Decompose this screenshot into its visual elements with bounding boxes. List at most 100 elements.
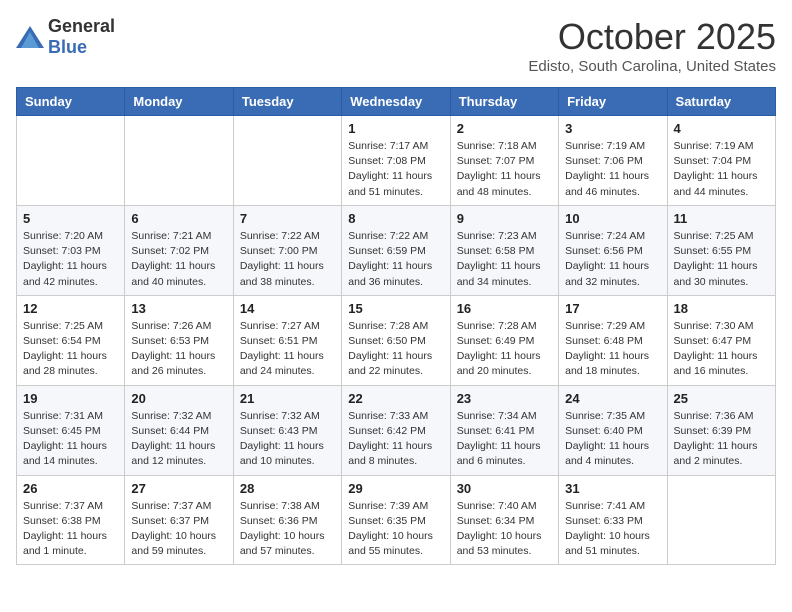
day-info: Sunrise: 7:27 AMSunset: 6:51 PMDaylight:… xyxy=(240,319,335,380)
day-number: 17 xyxy=(565,301,660,316)
day-info: Sunrise: 7:28 AMSunset: 6:49 PMDaylight:… xyxy=(457,319,552,380)
day-info: Sunrise: 7:34 AMSunset: 6:41 PMDaylight:… xyxy=(457,409,552,470)
day-info: Sunrise: 7:19 AMSunset: 7:04 PMDaylight:… xyxy=(674,139,769,200)
day-number: 14 xyxy=(240,301,335,316)
calendar-cell: 15 Sunrise: 7:28 AMSunset: 6:50 PMDayligh… xyxy=(342,295,450,385)
calendar-cell: 8Sunrise: 7:22 AMSunset: 6:59 PMDaylight… xyxy=(342,205,450,295)
calendar-cell: 22Sunrise: 7:33 AMSunset: 6:42 PMDayligh… xyxy=(342,385,450,475)
day-number: 29 xyxy=(348,481,443,496)
day-info: Sunrise: 7:21 AMSunset: 7:02 PMDaylight:… xyxy=(131,229,226,290)
day-number: 11 xyxy=(674,211,769,226)
weekday-header: Monday xyxy=(125,88,233,116)
day-info: Sunrise: 7:25 AMSunset: 6:55 PMDaylight:… xyxy=(674,229,769,290)
day-info: Sunrise: 7:37 AMSunset: 6:38 PMDaylight:… xyxy=(23,499,118,560)
day-number: 20 xyxy=(131,391,226,406)
day-number: 12 xyxy=(23,301,118,316)
day-info: Sunrise: 7:32 AMSunset: 6:43 PMDaylight:… xyxy=(240,409,335,470)
calendar-week-row: 12 Sunrise: 7:25 AMSunset: 6:54 PMDayligh… xyxy=(17,295,776,385)
calendar-cell: 6 Sunrise: 7:21 AMSunset: 7:02 PMDaylight… xyxy=(125,205,233,295)
calendar-cell: 26 Sunrise: 7:37 AMSunset: 6:38 PMDayligh… xyxy=(17,475,125,565)
day-info: Sunrise: 7:30 AMSunset: 6:47 PMDaylight:… xyxy=(674,319,769,380)
calendar-cell: 16 Sunrise: 7:28 AMSunset: 6:49 PMDayligh… xyxy=(450,295,558,385)
weekday-header: Saturday xyxy=(667,88,775,116)
calendar-cell: 24Sunrise: 7:35 AMSunset: 6:40 PMDayligh… xyxy=(559,385,667,475)
day-info: Sunrise: 7:31 AMSunset: 6:45 PMDaylight:… xyxy=(23,409,118,470)
day-info: Sunrise: 7:32 AMSunset: 6:44 PMDaylight:… xyxy=(131,409,226,470)
calendar-week-row: 26 Sunrise: 7:37 AMSunset: 6:38 PMDayligh… xyxy=(17,475,776,565)
calendar-cell: 1 Sunrise: 7:17 AMSunset: 7:08 PMDaylight… xyxy=(342,116,450,206)
day-number: 25 xyxy=(674,391,769,406)
day-number: 13 xyxy=(131,301,226,316)
logo-general: General xyxy=(48,16,115,36)
calendar-cell: 20 Sunrise: 7:32 AMSunset: 6:44 PMDayligh… xyxy=(125,385,233,475)
weekday-header: Wednesday xyxy=(342,88,450,116)
calendar-week-row: 5 Sunrise: 7:20 AMSunset: 7:03 PMDaylight… xyxy=(17,205,776,295)
logo: General Blue xyxy=(16,16,115,58)
day-info: Sunrise: 7:29 AMSunset: 6:48 PMDaylight:… xyxy=(565,319,660,380)
day-number: 26 xyxy=(23,481,118,496)
day-info: Sunrise: 7:26 AMSunset: 6:53 PMDaylight:… xyxy=(131,319,226,380)
calendar-cell: 23 Sunrise: 7:34 AMSunset: 6:41 PMDayligh… xyxy=(450,385,558,475)
day-number: 9 xyxy=(457,211,552,226)
calendar-cell: 13 Sunrise: 7:26 AMSunset: 6:53 PMDayligh… xyxy=(125,295,233,385)
day-info: Sunrise: 7:33 AMSunset: 6:42 PMDaylight:… xyxy=(348,409,443,470)
calendar-cell: 12 Sunrise: 7:25 AMSunset: 6:54 PMDayligh… xyxy=(17,295,125,385)
calendar-cell: 30 Sunrise: 7:40 AMSunset: 6:34 PMDayligh… xyxy=(450,475,558,565)
day-info: Sunrise: 7:18 AMSunset: 7:07 PMDaylight:… xyxy=(457,139,552,200)
day-info: Sunrise: 7:24 AMSunset: 6:56 PMDaylight:… xyxy=(565,229,660,290)
calendar-cell: 25 Sunrise: 7:36 AMSunset: 6:39 PMDayligh… xyxy=(667,385,775,475)
calendar-cell: 10Sunrise: 7:24 AMSunset: 6:56 PMDayligh… xyxy=(559,205,667,295)
day-number: 16 xyxy=(457,301,552,316)
day-info: Sunrise: 7:20 AMSunset: 7:03 PMDaylight:… xyxy=(23,229,118,290)
day-info: Sunrise: 7:28 AMSunset: 6:50 PMDaylight:… xyxy=(348,319,443,380)
day-info: Sunrise: 7:35 AMSunset: 6:40 PMDaylight:… xyxy=(565,409,660,470)
calendar-cell: 17 Sunrise: 7:29 AMSunset: 6:48 PMDayligh… xyxy=(559,295,667,385)
day-number: 30 xyxy=(457,481,552,496)
calendar-cell: 31Sunrise: 7:41 AMSunset: 6:33 PMDayligh… xyxy=(559,475,667,565)
day-number: 19 xyxy=(23,391,118,406)
calendar-cell xyxy=(17,116,125,206)
day-number: 5 xyxy=(23,211,118,226)
day-number: 1 xyxy=(348,121,443,136)
calendar-cell: 14 Sunrise: 7:27 AMSunset: 6:51 PMDayligh… xyxy=(233,295,341,385)
day-number: 6 xyxy=(131,211,226,226)
weekday-header: Tuesday xyxy=(233,88,341,116)
calendar-cell: 5 Sunrise: 7:20 AMSunset: 7:03 PMDaylight… xyxy=(17,205,125,295)
calendar-table: SundayMondayTuesdayWednesdayThursdayFrid… xyxy=(16,87,776,565)
day-info: Sunrise: 7:19 AMSunset: 7:06 PMDaylight:… xyxy=(565,139,660,200)
day-info: Sunrise: 7:25 AMSunset: 6:54 PMDaylight:… xyxy=(23,319,118,380)
calendar-cell: 2 Sunrise: 7:18 AMSunset: 7:07 PMDaylight… xyxy=(450,116,558,206)
day-number: 15 xyxy=(348,301,443,316)
calendar-cell: 7Sunrise: 7:22 AMSunset: 7:00 PMDaylight… xyxy=(233,205,341,295)
day-info: Sunrise: 7:41 AMSunset: 6:33 PMDaylight:… xyxy=(565,499,660,560)
calendar-cell: 18Sunrise: 7:30 AMSunset: 6:47 PMDayligh… xyxy=(667,295,775,385)
day-info: Sunrise: 7:36 AMSunset: 6:39 PMDaylight:… xyxy=(674,409,769,470)
day-info: Sunrise: 7:23 AMSunset: 6:58 PMDaylight:… xyxy=(457,229,552,290)
logo-text: General Blue xyxy=(48,16,115,58)
weekday-header: Thursday xyxy=(450,88,558,116)
day-number: 7 xyxy=(240,211,335,226)
calendar-cell: 28 Sunrise: 7:38 AMSunset: 6:36 PMDayligh… xyxy=(233,475,341,565)
day-number: 2 xyxy=(457,121,552,136)
day-info: Sunrise: 7:17 AMSunset: 7:08 PMDaylight:… xyxy=(348,139,443,200)
day-info: Sunrise: 7:37 AMSunset: 6:37 PMDaylight:… xyxy=(131,499,226,560)
logo-icon xyxy=(16,26,44,48)
day-number: 28 xyxy=(240,481,335,496)
month-title: October 2025 xyxy=(528,16,776,58)
title-block: October 2025 Edisto, South Carolina, Uni… xyxy=(528,16,776,75)
calendar-cell: 29Sunrise: 7:39 AMSunset: 6:35 PMDayligh… xyxy=(342,475,450,565)
day-info: Sunrise: 7:40 AMSunset: 6:34 PMDaylight:… xyxy=(457,499,552,560)
page-header: General Blue October 2025 Edisto, South … xyxy=(16,16,776,75)
location-title: Edisto, South Carolina, United States xyxy=(528,58,776,75)
weekday-header: Friday xyxy=(559,88,667,116)
calendar-cell: 4 Sunrise: 7:19 AMSunset: 7:04 PMDaylight… xyxy=(667,116,775,206)
day-number: 23 xyxy=(457,391,552,406)
day-number: 21 xyxy=(240,391,335,406)
day-number: 27 xyxy=(131,481,226,496)
calendar-cell xyxy=(125,116,233,206)
logo-blue: Blue xyxy=(48,37,87,57)
calendar-week-row: 19 Sunrise: 7:31 AMSunset: 6:45 PMDayligh… xyxy=(17,385,776,475)
calendar-cell: 11 Sunrise: 7:25 AMSunset: 6:55 PMDayligh… xyxy=(667,205,775,295)
day-info: Sunrise: 7:38 AMSunset: 6:36 PMDaylight:… xyxy=(240,499,335,560)
day-number: 4 xyxy=(674,121,769,136)
